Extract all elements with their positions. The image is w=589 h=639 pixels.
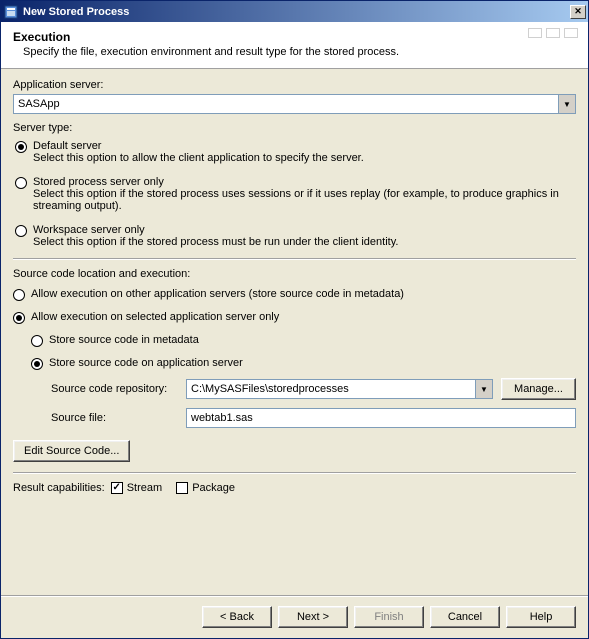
radio-stored-title: Stored process server only [33, 176, 576, 188]
stream-checkbox[interactable] [111, 482, 123, 494]
radio-icon [31, 335, 43, 347]
sourcefile-label: Source file: [51, 412, 186, 424]
repo-value: C:\MySASFiles\storedprocesses [187, 380, 475, 398]
app-icon [3, 4, 19, 20]
sourcefile-input[interactable]: webtab1.sas [186, 408, 576, 428]
radio-default-server[interactable]: Default server Select this option to all… [15, 140, 576, 164]
stream-label: Stream [127, 482, 162, 494]
servertype-label: Server type: [13, 122, 576, 134]
manage-button[interactable]: Manage... [501, 378, 576, 400]
radio-store-appserver-label: Store source code on application server [49, 357, 243, 369]
radio-selected-only-label: Allow execution on selected application … [31, 311, 279, 323]
separator [13, 472, 576, 474]
sourceloc-label: Source code location and execution: [13, 268, 576, 280]
radio-other-servers-label: Allow execution on other application ser… [31, 288, 404, 300]
edit-source-button[interactable]: Edit Source Code... [13, 440, 130, 462]
wizard-button-row: < Back Next > Finish Cancel Help [1, 595, 588, 638]
radio-workspace-title: Workspace server only [33, 224, 398, 236]
radio-icon [15, 141, 27, 153]
window-title: New Stored Process [23, 6, 129, 18]
radio-workspace-desc: Select this option if the stored process… [33, 236, 398, 248]
repo-combobox[interactable]: C:\MySASFiles\storedprocesses ▼ [186, 379, 493, 399]
separator [13, 258, 576, 260]
chevron-down-icon[interactable]: ▼ [475, 380, 492, 398]
package-label: Package [192, 482, 235, 494]
radio-stored-desc: Select this option if the stored process… [33, 188, 576, 212]
appserver-value: SASApp [14, 95, 558, 113]
radio-selected-only[interactable]: Allow execution on selected application … [13, 311, 576, 324]
appserver-label: Application server: [13, 79, 576, 91]
result-capabilities: Result capabilities: Stream Package [13, 482, 576, 494]
radio-workspace-server[interactable]: Workspace server only Select this option… [15, 224, 576, 248]
radio-icon [31, 358, 43, 370]
repo-label: Source code repository: [51, 383, 186, 395]
radio-store-metadata[interactable]: Store source code in metadata [31, 334, 576, 347]
radio-store-metadata-label: Store source code in metadata [49, 334, 199, 346]
cancel-button[interactable]: Cancel [430, 606, 500, 628]
titlebar: New Stored Process ✕ [1, 1, 588, 22]
help-button[interactable]: Help [506, 606, 576, 628]
radio-icon [15, 225, 27, 237]
window: New Stored Process ✕ Execution Specify t… [0, 0, 589, 639]
radio-default-title: Default server [33, 140, 364, 152]
form-body: Application server: SASApp ▼ Server type… [1, 69, 588, 595]
radio-icon [15, 177, 27, 189]
radio-icon [13, 312, 25, 324]
radio-default-desc: Select this option to allow the client a… [33, 152, 364, 164]
finish-button: Finish [354, 606, 424, 628]
page-subtitle: Specify the file, execution environment … [13, 46, 576, 58]
radio-other-servers[interactable]: Allow execution on other application ser… [13, 288, 576, 301]
appserver-combobox[interactable]: SASApp ▼ [13, 94, 576, 114]
close-icon[interactable]: ✕ [570, 5, 586, 19]
back-button[interactable]: < Back [202, 606, 272, 628]
repo-row: Source code repository: C:\MySASFiles\st… [51, 378, 576, 400]
sourcefile-row: Source file: webtab1.sas [51, 408, 576, 428]
chevron-down-icon[interactable]: ▼ [558, 95, 575, 113]
radio-store-appserver[interactable]: Store source code on application server [31, 357, 576, 370]
package-checkbox[interactable] [176, 482, 188, 494]
header-panel: Execution Specify the file, execution en… [1, 22, 588, 69]
header-decor [528, 28, 578, 38]
page-title: Execution [13, 30, 576, 44]
radio-stored-server[interactable]: Stored process server only Select this o… [15, 176, 576, 212]
results-label: Result capabilities: [13, 482, 105, 494]
next-button[interactable]: Next > [278, 606, 348, 628]
radio-icon [13, 289, 25, 301]
